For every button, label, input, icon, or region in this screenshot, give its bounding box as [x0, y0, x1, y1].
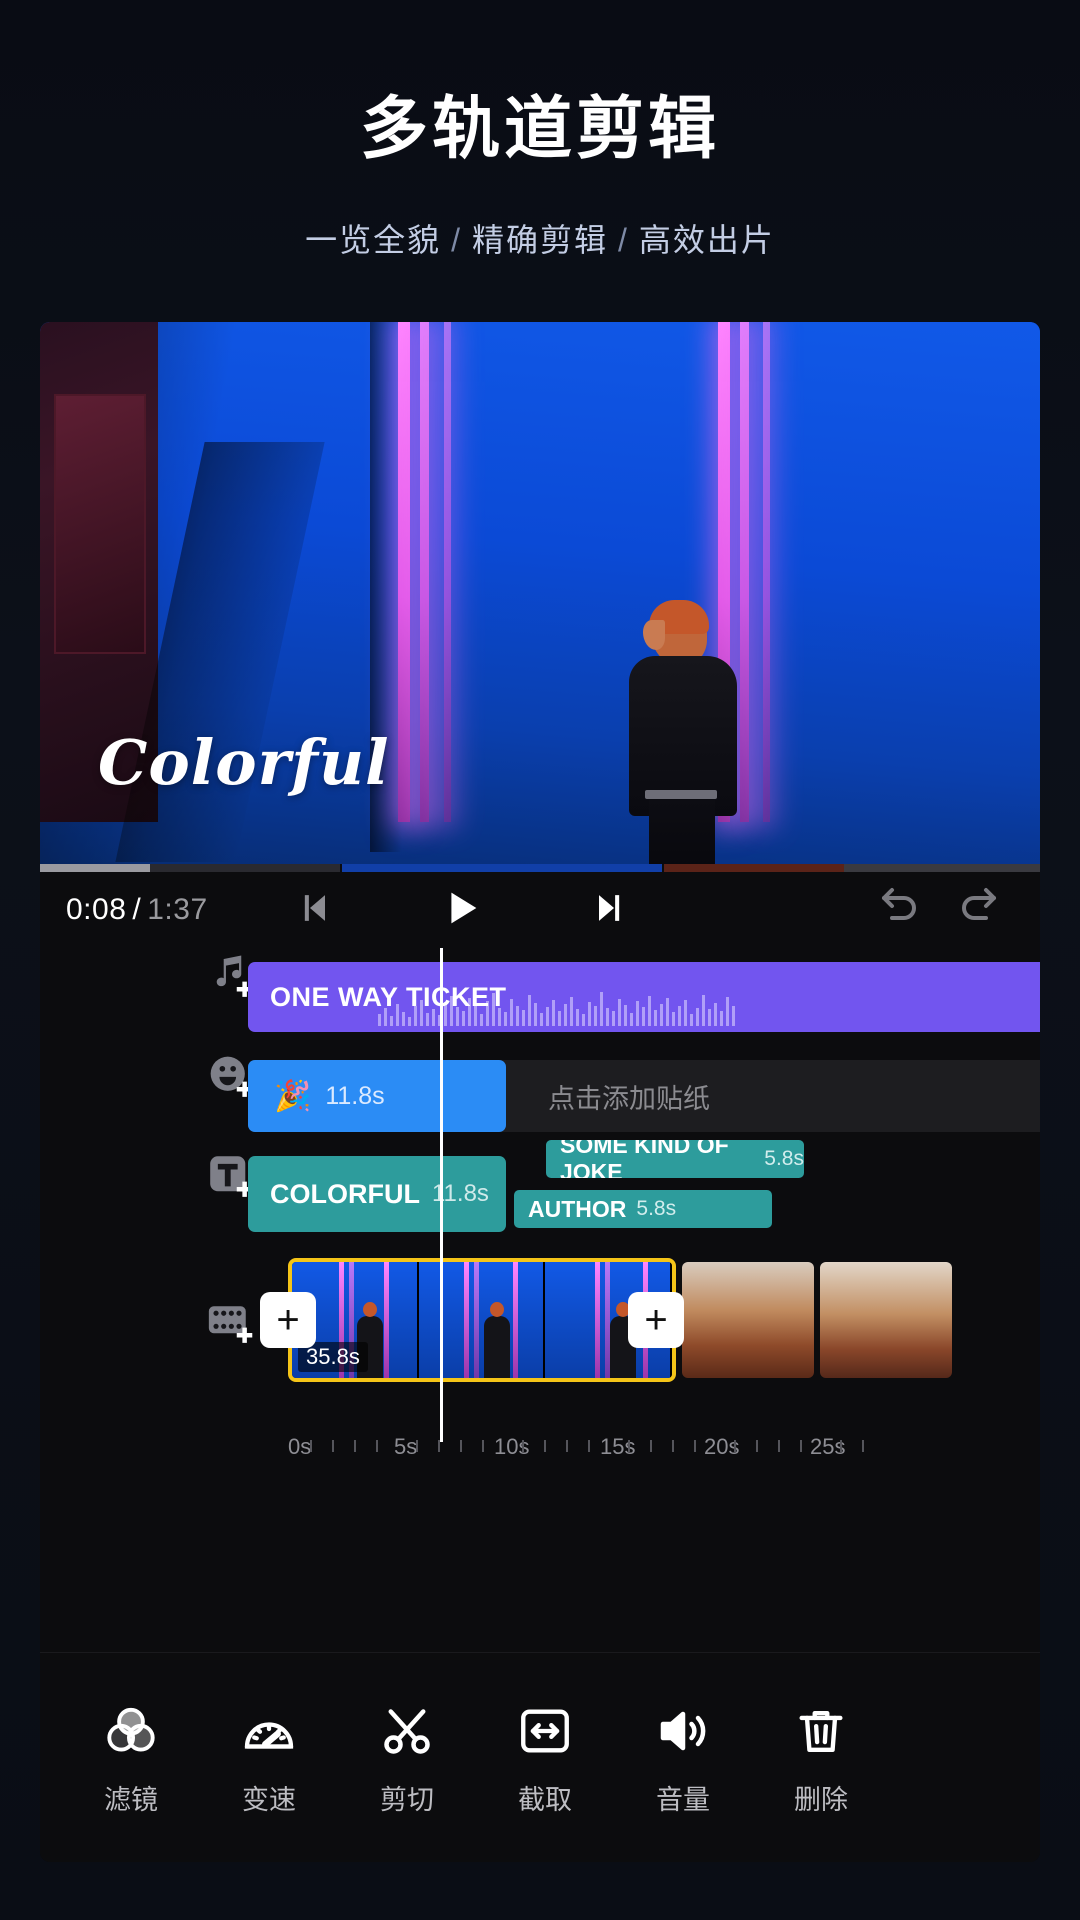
video-clip-selected[interactable]: 35.8s: [288, 1258, 676, 1382]
text-clip-label: SOME KIND OF JOKE: [560, 1140, 729, 1178]
person-face: [643, 620, 665, 650]
redo-button[interactable]: [954, 884, 1002, 937]
video-thumbnail: [418, 1262, 546, 1378]
neon-strip: [763, 322, 770, 822]
scrub-segment: [40, 864, 150, 872]
playhead[interactable]: [440, 948, 443, 1442]
video-lane[interactable]: 35.8s + +: [248, 1258, 1040, 1388]
skip-forward-icon: [588, 886, 632, 935]
track-audio[interactable]: ONE WAY TICKET: [40, 948, 1040, 1048]
text-clip-secondary[interactable]: SOME KIND OF JOKE 5.8s: [546, 1140, 804, 1178]
play-button[interactable]: [438, 885, 484, 936]
ruler-tick-label: 5s: [394, 1434, 418, 1459]
text-clip-primary[interactable]: COLORFUL 11.8s: [248, 1156, 506, 1232]
video-preview[interactable]: Colorful: [40, 322, 1040, 864]
tool-cut[interactable]: 剪切: [338, 1698, 476, 1817]
ruler-tick-label: 0s: [288, 1434, 312, 1459]
sticker-placeholder-label: 点击添加贴纸: [548, 1083, 710, 1114]
app-screenshot-card: Colorful 0:08/1:37 ONE WAY TICKET 点击添加贴纸…: [40, 322, 1040, 1862]
neon-strip: [398, 322, 410, 822]
volume-icon: [614, 1698, 752, 1764]
tool-label: 删除: [794, 1785, 848, 1815]
next-frame-button[interactable]: [588, 886, 632, 935]
page-title: 多轨道剪辑: [359, 91, 720, 167]
text-clip-label: AUTHOR: [528, 1195, 627, 1222]
subtitle-separator-1: /: [451, 221, 462, 258]
preview-scrub-bar[interactable]: [40, 864, 1040, 872]
tool-label: 剪切: [380, 1785, 434, 1815]
tool-crop[interactable]: 截取: [476, 1698, 614, 1817]
ruler-tick-label: 15s: [600, 1434, 636, 1459]
ruler-tick-label: 10s: [494, 1434, 530, 1459]
trim-handle-left[interactable]: +: [260, 1292, 316, 1348]
scrub-segment: [664, 864, 844, 872]
filter-circles-icon: [62, 1698, 200, 1764]
current-time: 0:08: [66, 893, 127, 926]
crop-arrows-icon: [476, 1698, 614, 1764]
tool-speed[interactable]: 变速: [200, 1698, 338, 1817]
scissors-icon: [338, 1698, 476, 1764]
scrub-segment: [342, 864, 662, 872]
tool-volume[interactable]: 音量: [614, 1698, 752, 1817]
tool-label: 变速: [242, 1785, 296, 1815]
trash-icon: [752, 1698, 890, 1764]
tool-label: 截取: [518, 1785, 572, 1815]
text-clip-label: COLORFUL: [270, 1178, 420, 1209]
preview-overlay-text: Colorful: [98, 726, 390, 799]
text-clip-tertiary[interactable]: AUTHOR 5.8s: [514, 1190, 772, 1228]
time-separator: /: [132, 893, 142, 926]
scrub-segment: [150, 864, 340, 872]
neon-strip: [420, 322, 429, 822]
video-clip-next-2[interactable]: [820, 1262, 952, 1378]
undo-icon: [876, 884, 924, 937]
trim-handle-right[interactable]: +: [628, 1292, 684, 1348]
subtitle-separator-2: /: [618, 221, 629, 258]
text-clip-duration: 5.8s: [636, 1197, 677, 1220]
speed-gauge-icon: [200, 1698, 338, 1764]
undo-button[interactable]: [876, 884, 924, 937]
video-clip-next[interactable]: [682, 1262, 814, 1378]
sticker-clip[interactable]: 🎉 11.8s: [248, 1060, 506, 1132]
neon-strip: [444, 322, 451, 822]
page-subtitle: 一览全貌 / 精确剪辑 / 高效出片: [0, 215, 1080, 261]
person-belt: [645, 790, 717, 799]
page-header: 多轨道剪辑 一览全貌 / 精确剪辑 / 高效出片: [0, 0, 1080, 261]
person-figure: [615, 600, 755, 864]
scrub-segment: [844, 864, 1040, 872]
skip-back-icon: [292, 886, 336, 935]
bottom-toolbar: 滤镜 变速 剪切 截取 音量 删除: [40, 1652, 1040, 1862]
track-text[interactable]: COLORFUL 11.8s SOME KIND OF JOKE 5.8s AU…: [40, 1140, 1040, 1248]
sticker-clip-duration: 11.8s: [325, 1081, 385, 1110]
preview-wall-frame: [54, 394, 146, 654]
promo-page: 多轨道剪辑 一览全貌 / 精确剪辑 / 高效出片 Colorful 0:08 /…: [0, 0, 1080, 1920]
redo-icon: [954, 884, 1002, 937]
time-display: 0:08/1:37: [66, 893, 208, 927]
tool-label: 滤镜: [104, 1785, 158, 1815]
text-clip-duration: 5.8s: [764, 1147, 804, 1170]
track-video[interactable]: 35.8s + +: [40, 1248, 1040, 1398]
tool-delete[interactable]: 删除: [752, 1698, 890, 1817]
transport-bar: 0:08/1:37: [40, 872, 1040, 948]
tool-label: 音量: [656, 1785, 710, 1815]
timeline-ruler[interactable]: 0s 5s 10s 15s 20s 25s: [248, 1424, 1040, 1460]
track-sticker[interactable]: 点击添加贴纸 🎉 11.8s: [40, 1048, 1040, 1148]
tool-filter[interactable]: 滤镜: [62, 1698, 200, 1817]
party-popper-icon: 🎉: [274, 1079, 312, 1113]
subtitle-part-1: 一览全貌: [305, 221, 442, 258]
audio-clip[interactable]: ONE WAY TICKET: [248, 962, 1040, 1032]
person-legs: [649, 800, 715, 864]
audio-clip-title: ONE WAY TICKET: [270, 981, 507, 1012]
subtitle-part-2: 精确剪辑: [471, 221, 608, 258]
total-time: 1:37: [147, 893, 208, 926]
subtitle-part-3: 高效出片: [638, 221, 775, 258]
prev-frame-button[interactable]: [292, 886, 336, 935]
play-icon: [438, 885, 484, 936]
timeline[interactable]: ONE WAY TICKET 点击添加贴纸 🎉 11.8s COLORFUL 1…: [40, 948, 1040, 1468]
